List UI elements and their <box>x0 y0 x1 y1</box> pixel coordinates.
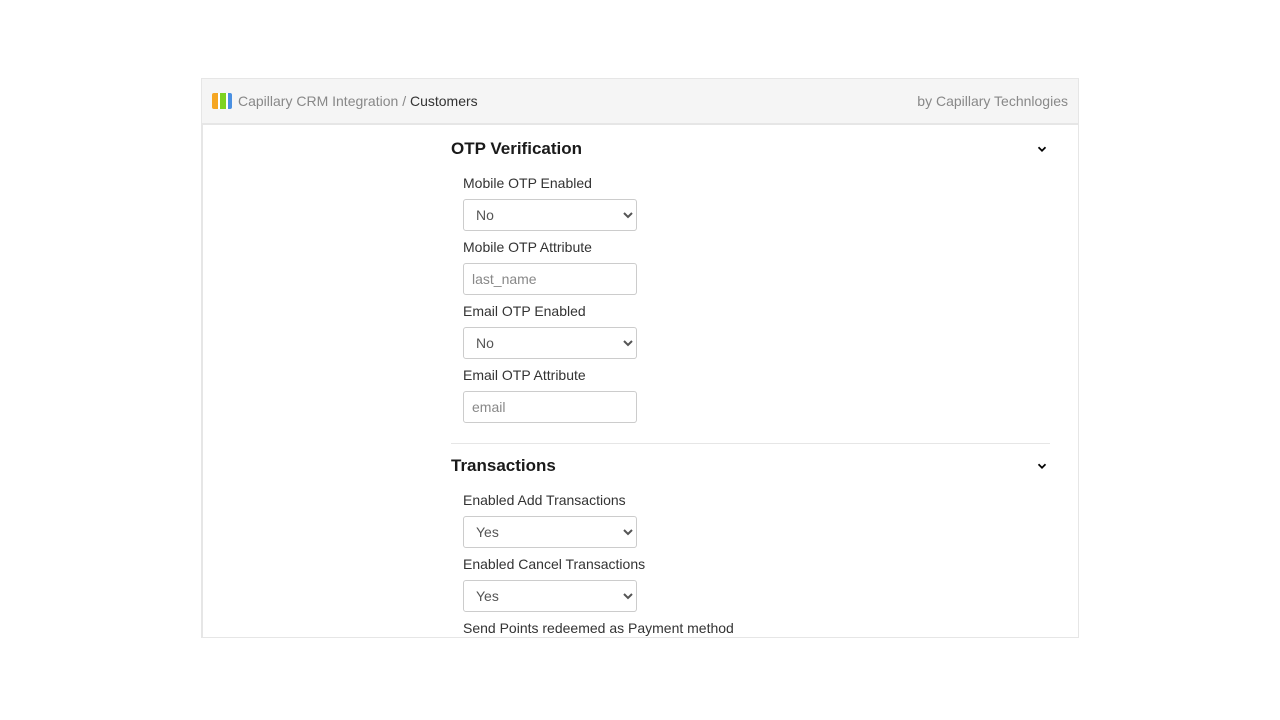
settings-form: OTP Verification Mobile OTP Enabled No M… <box>203 124 1078 637</box>
label-email-otp-enabled: Email OTP Enabled <box>463 303 1050 319</box>
label-enabled-cancel: Enabled Cancel Transactions <box>463 556 1050 572</box>
field-enabled-add-transactions: Enabled Add Transactions Yes <box>463 492 1050 548</box>
label-email-otp-attribute: Email OTP Attribute <box>463 367 1050 383</box>
field-email-otp-enabled: Email OTP Enabled No <box>463 303 1050 359</box>
label-enabled-add: Enabled Add Transactions <box>463 492 1050 508</box>
select-email-otp-enabled[interactable]: No <box>463 327 637 359</box>
field-send-points-redeemed: Send Points redeemed as Payment method <box>463 620 1050 636</box>
section-header-transactions[interactable]: Transactions <box>451 452 1050 484</box>
section-header-otp[interactable]: OTP Verification <box>451 135 1050 167</box>
breadcrumb: Capillary CRM Integration / Customers <box>212 93 478 109</box>
select-mobile-otp-enabled[interactable]: No <box>463 199 637 231</box>
label-send-points: Send Points redeemed as Payment method <box>463 620 1050 636</box>
section-transactions: Transactions Enabled Add Transactions Ye… <box>451 452 1050 638</box>
breadcrumb-current: Customers <box>410 93 478 109</box>
chevron-down-icon <box>1034 141 1050 157</box>
field-mobile-otp-attribute: Mobile OTP Attribute <box>463 239 1050 295</box>
label-mobile-otp-enabled: Mobile OTP Enabled <box>463 175 1050 191</box>
section-title-transactions: Transactions <box>451 456 556 476</box>
chevron-down-icon <box>1034 458 1050 474</box>
field-enabled-cancel-transactions: Enabled Cancel Transactions Yes <box>463 556 1050 612</box>
input-mobile-otp-attribute[interactable] <box>463 263 637 295</box>
panel-header: Capillary CRM Integration / Customers by… <box>202 79 1078 124</box>
vendor-logo-icon <box>212 93 232 109</box>
breadcrumb-separator: / <box>402 93 406 109</box>
field-mobile-otp-enabled: Mobile OTP Enabled No <box>463 175 1050 231</box>
select-enabled-cancel[interactable]: Yes <box>463 580 637 612</box>
section-otp-verification: OTP Verification Mobile OTP Enabled No M… <box>451 135 1050 444</box>
section-title-otp: OTP Verification <box>451 139 582 159</box>
config-panel: Capillary CRM Integration / Customers by… <box>201 78 1079 638</box>
field-email-otp-attribute: Email OTP Attribute <box>463 367 1050 423</box>
select-enabled-add[interactable]: Yes <box>463 516 637 548</box>
label-mobile-otp-attribute: Mobile OTP Attribute <box>463 239 1050 255</box>
breadcrumb-text: Capillary CRM Integration / Customers <box>238 93 478 109</box>
content-area: OTP Verification Mobile OTP Enabled No M… <box>202 124 1078 637</box>
input-email-otp-attribute[interactable] <box>463 391 637 423</box>
vendor-label: by Capillary Technlogies <box>917 93 1068 109</box>
breadcrumb-root[interactable]: Capillary CRM Integration <box>238 93 398 109</box>
